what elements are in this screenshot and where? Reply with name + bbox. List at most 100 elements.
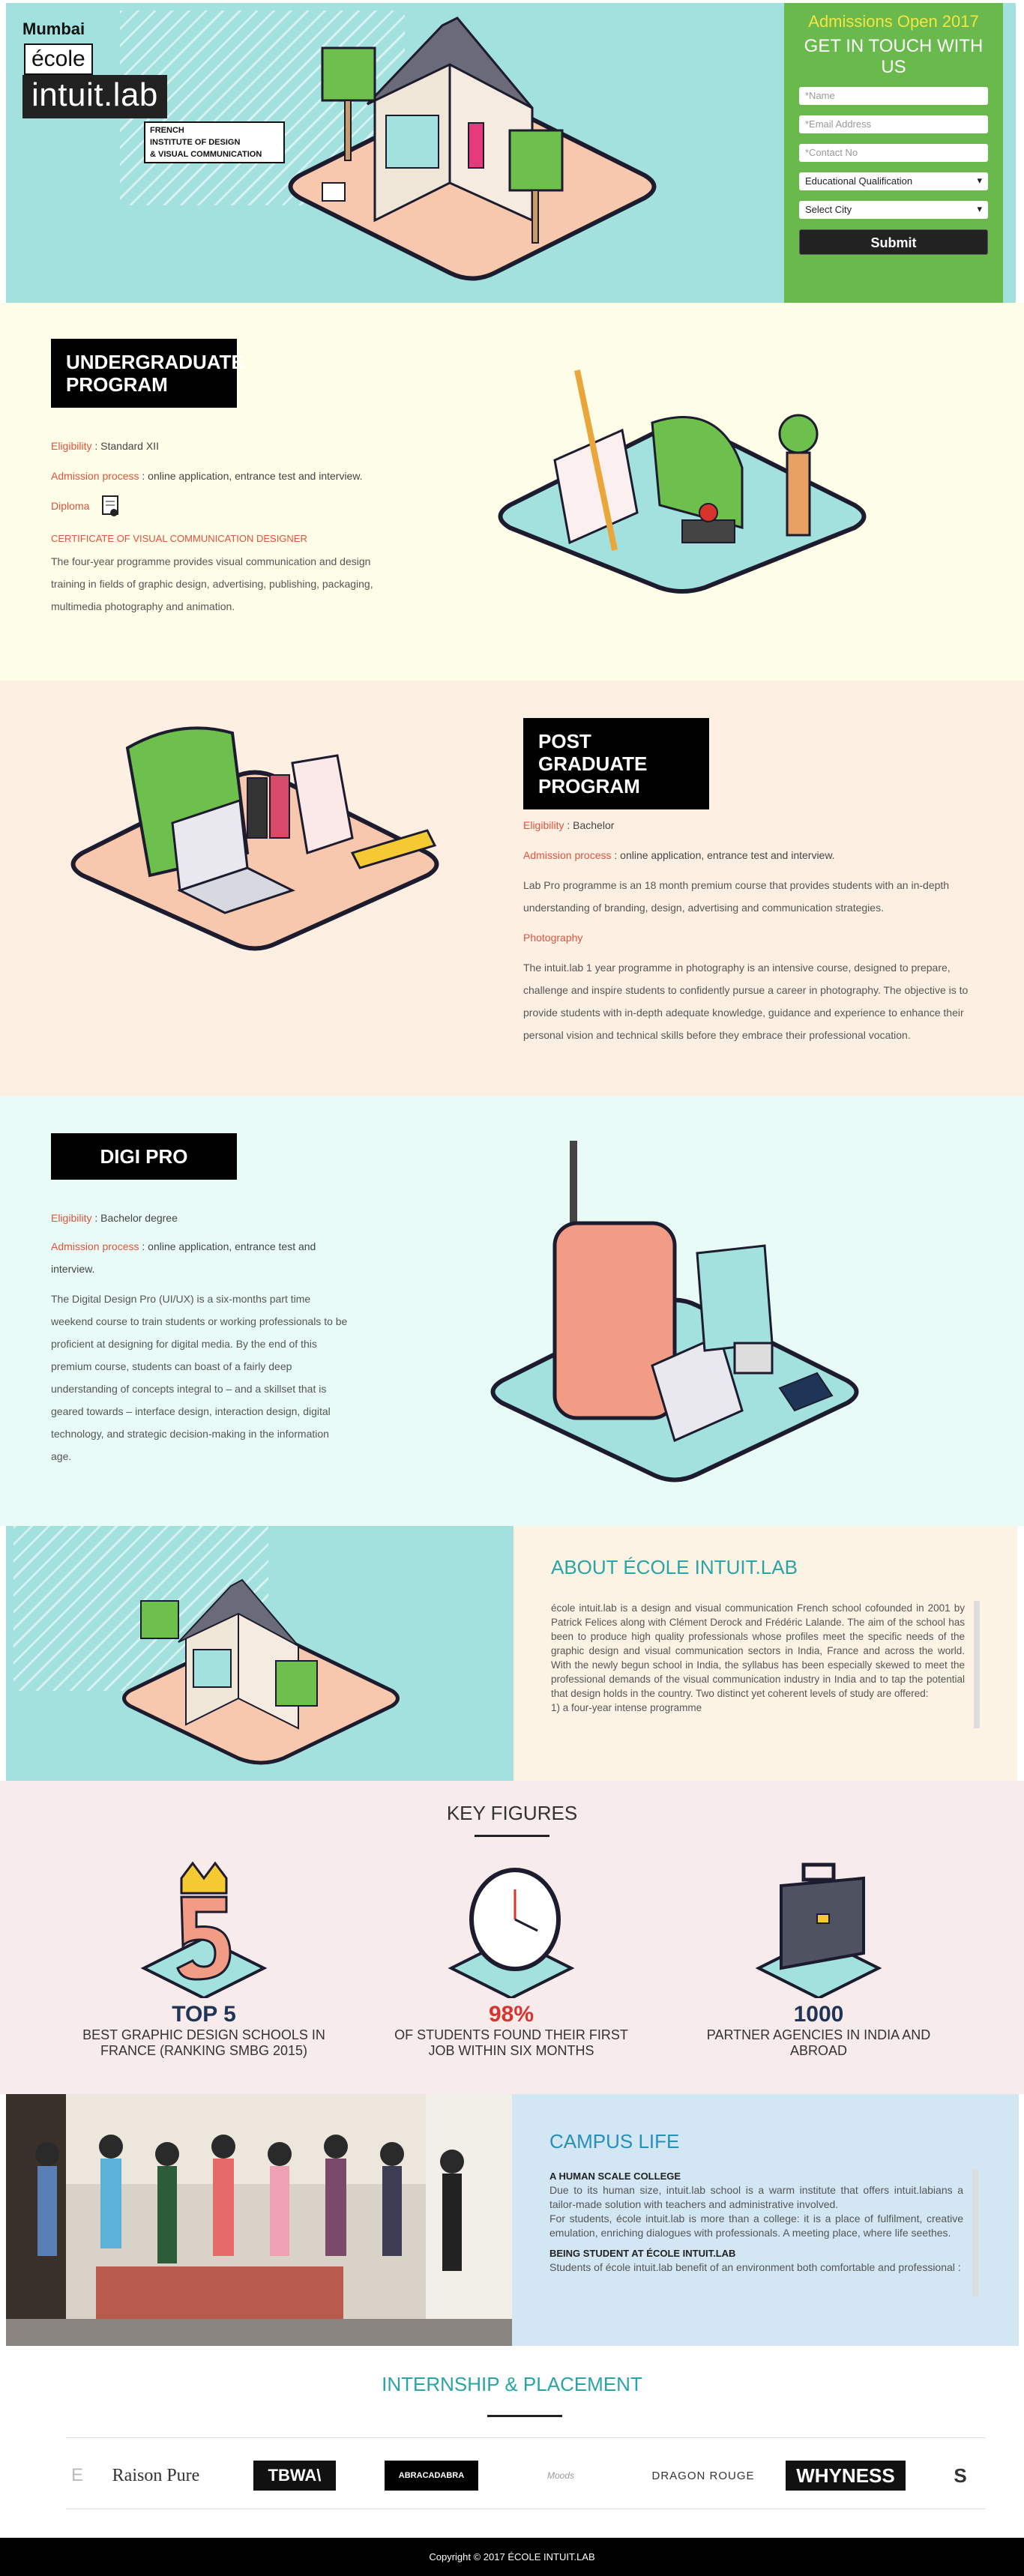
pg-eligibility-label: Eligibility xyxy=(523,819,564,831)
logo-city: Mumbai xyxy=(22,19,85,38)
campus-paragraph-1: Due to its human size, intuit.lab school… xyxy=(549,2184,963,2210)
postgraduate-title: POST GRADUATE PROGRAM xyxy=(523,718,709,809)
hero-section: Mumbai école intuit.lab FRENCH INSTITUTE… xyxy=(0,0,1024,303)
key-figure-agencies-number: 1000 xyxy=(793,2002,844,2027)
key-figure-top5-number: TOP 5 xyxy=(172,2002,236,2027)
submit-button[interactable]: Submit xyxy=(799,229,988,255)
name-input[interactable]: *Name xyxy=(799,87,988,105)
key-figure-agencies: 1000 PARTNER AGENCIES IN INDIA AND ABROA… xyxy=(691,1856,946,2059)
ug-admission-label: Admission process xyxy=(51,470,139,482)
about-item-1: 1) a four-year intense programme xyxy=(551,1702,702,1713)
dp-admission: Admission process : online application, … xyxy=(51,1235,351,1280)
logo-ecole: école xyxy=(24,43,93,75)
about-panel: ABOUT ÉCOLE INTUIT.LAB école intuit.lab … xyxy=(513,1526,1017,1781)
undergraduate-title-line2: PROGRAM xyxy=(66,373,168,396)
clock-icon xyxy=(448,1868,575,2000)
postgraduate-title-line2: PROGRAM xyxy=(538,775,640,797)
ug-certificate: CERTIFICATE OF VISUAL COMMUNICATION DESI… xyxy=(51,533,307,544)
certificate-icon xyxy=(102,495,119,517)
key-figure-jobs-number: 98% xyxy=(488,2002,534,2027)
logo-sub-1: FRENCH xyxy=(150,126,184,135)
about-text: école intuit.lab is a design and visual … xyxy=(551,1602,965,1699)
logo-sub-2: INSTITUTE OF DESIGN xyxy=(150,138,241,147)
internship-title: INTERNSHIP & PLACEMENT xyxy=(382,2373,642,2395)
internship-section: INTERNSHIP & PLACEMENT E Raison Pure TBW… xyxy=(0,2346,1024,2538)
ug-diploma: Diploma xyxy=(51,495,121,519)
postgraduate-section: POST GRADUATE PROGRAM Eligibility : Bach… xyxy=(0,681,1024,1096)
dp-eligibility-label: Eligibility xyxy=(51,1212,92,1224)
students-photo xyxy=(6,2094,512,2346)
postgraduate-title-line1: POST GRADUATE xyxy=(538,730,648,775)
key-figure-jobs: 98% OF STUDENTS FOUND THEIR FIRST JOB WI… xyxy=(384,1856,639,2059)
dp-eligibility: Eligibility : Bachelor degree xyxy=(51,1207,178,1229)
ug-admission: Admission process : online application, … xyxy=(51,465,363,487)
logo-subtitle: FRENCH INSTITUTE OF DESIGN & VISUAL COMM… xyxy=(144,121,285,163)
partner-logo-e: E xyxy=(70,2465,83,2485)
digipro-section: DIGI PRO Eligibility : Bachelor degree A… xyxy=(0,1096,1024,1526)
house-illustration xyxy=(288,16,657,281)
undergraduate-title-line1: UNDERGRADUATE xyxy=(66,351,244,373)
partner-logo-s: S xyxy=(954,2464,967,2487)
campus-paragraph-2: For students, école intuit.lab is more t… xyxy=(549,2212,963,2239)
about-section: ABOUT ÉCOLE INTUIT.LAB école intuit.lab … xyxy=(0,1526,1024,1781)
city-select[interactable]: Select City xyxy=(799,201,988,219)
digipro-title: DIGI PRO xyxy=(51,1133,237,1180)
ug-eligibility: Eligibility : Standard XII xyxy=(51,435,159,457)
about-image-panel xyxy=(6,1526,513,1781)
campus-life-panel: CAMPUS LIFE A HUMAN SCALE COLLEGE Due to… xyxy=(512,2094,1019,2346)
key-figure-top5-label: BEST GRAPHIC DESIGN SCHOOLS IN FRANCE (R… xyxy=(82,2027,325,2058)
partner-logo-raison-pure: Raison Pure xyxy=(112,2465,200,2485)
pg-photography-description: The intuit.lab 1 year programme in photo… xyxy=(523,962,969,1041)
dp-description: The Digital Design Pro (UI/UX) is a six-… xyxy=(51,1293,348,1462)
key-figures-title: KEY FIGURES xyxy=(446,1802,578,1824)
pg-admission-label: Admission process xyxy=(523,849,612,861)
enquiry-form: Admissions Open 2017 GET IN TOUCH WITH U… xyxy=(784,3,1003,303)
pg-description: Lab Pro programme is an 18 month premium… xyxy=(523,879,950,914)
campus-life-title: CAMPUS LIFE xyxy=(549,2130,680,2153)
about-scrollbox[interactable]: école intuit.lab is a design and visual … xyxy=(551,1601,980,1728)
undergraduate-section: UNDERGRADUATE PROGRAM Eligibility : Stan… xyxy=(0,303,1024,681)
partner-logo-moods: Moods xyxy=(546,2470,575,2481)
footer: Copyright © 2017 ÉCOLE INTUIT.LAB xyxy=(0,2538,1024,2576)
key-figure-agencies-label: PARTNER AGENCIES IN INDIA AND ABROAD xyxy=(706,2027,931,2058)
pg-admission: Admission process : online application, … xyxy=(523,844,835,866)
key-figure-jobs-label: OF STUDENTS FOUND THEIR FIRST JOB WITHIN… xyxy=(394,2027,628,2058)
key-figures-section: KEY FIGURES TOP 5 BEST GRAPHIC DESIGN SC… xyxy=(0,1781,1024,2094)
about-house-illustration xyxy=(122,1578,400,1765)
trophy-icon xyxy=(140,1861,268,2000)
copyright-text: Copyright © 2017 ÉCOLE INTUIT.LAB xyxy=(429,2551,595,2563)
pg-eligibility-value: : Bachelor xyxy=(564,819,615,831)
campus-heading-2: BEING STUDENT AT ÉCOLE INTUIT.LAB xyxy=(549,2248,736,2259)
campus-scrollbox[interactable]: A HUMAN SCALE COLLEGE Due to its human s… xyxy=(549,2169,978,2296)
briefcase-icon xyxy=(755,1862,882,2000)
admissions-open-label: Admissions Open 2017 xyxy=(808,12,979,31)
logo-sub-3: & VISUAL COMMUNICATION xyxy=(150,150,262,159)
campus-life-section: CAMPUS LIFE A HUMAN SCALE COLLEGE Due to… xyxy=(0,2094,1024,2346)
campus-heading-1: A HUMAN SCALE COLLEGE xyxy=(549,2171,681,2182)
suitcase-illustration xyxy=(490,1141,859,1482)
email-input[interactable]: *Email Address xyxy=(799,115,988,133)
logo-brand[interactable]: intuit.lab xyxy=(22,75,167,118)
ug-eligibility-label: Eligibility xyxy=(51,440,92,452)
qualification-select[interactable]: Educational Qualification xyxy=(799,172,988,190)
get-in-touch-heading: GET IN TOUCH WITH US xyxy=(804,36,984,77)
key-figure-top5: TOP 5 BEST GRAPHIC DESIGN SCHOOLS IN FRA… xyxy=(76,1856,331,2059)
partner-logo-tbwa: TBWA\ xyxy=(253,2461,336,2491)
partner-logo-dragon-rouge: DRAGON ROUGE xyxy=(651,2469,755,2482)
about-title: ABOUT ÉCOLE INTUIT.LAB xyxy=(551,1556,798,1578)
ug-diploma-label: Diploma xyxy=(51,500,90,512)
easel-illustration xyxy=(498,369,867,594)
undergraduate-title: UNDERGRADUATE PROGRAM xyxy=(51,339,244,408)
pg-photography-label: Photography xyxy=(523,932,583,944)
ug-description: The four-year programme provides visual … xyxy=(51,555,373,612)
partner-logos-carousel[interactable]: E Raison Pure TBWA\ ABRACADABRA Moods DR… xyxy=(66,2437,985,2509)
campus-paragraph-3: Students of école intuit.lab benefit of … xyxy=(549,2261,961,2273)
ug-eligibility-value: : Standard XII xyxy=(91,440,159,452)
contact-input[interactable]: *Contact No xyxy=(799,144,988,162)
dp-eligibility-value: : Bachelor degree xyxy=(91,1212,178,1224)
key-figures-divider xyxy=(475,1835,549,1837)
ug-admission-value: : online application, entrance test and … xyxy=(139,470,363,482)
partner-logo-whyness: WHYNESS xyxy=(786,2461,906,2491)
internship-divider xyxy=(487,2415,562,2417)
pg-eligibility: Eligibility : Bachelor xyxy=(523,814,614,836)
